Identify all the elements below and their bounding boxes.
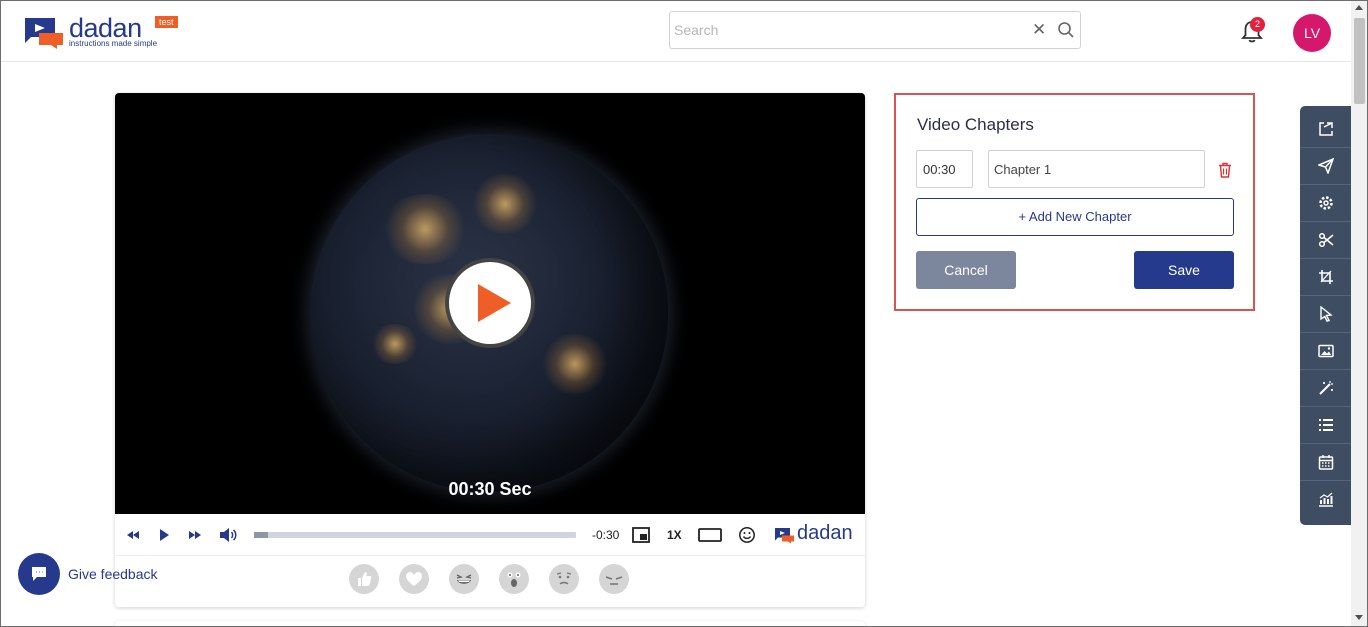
dadan-logo-icon: [25, 18, 63, 49]
time-remaining: -0:30: [592, 528, 620, 542]
image-icon[interactable]: [1300, 333, 1352, 370]
calendar-icon[interactable]: [1300, 444, 1352, 481]
search-box: ✕: [669, 11, 1081, 49]
video-chapters-panel: Video Chapters + Add New Chapter Cancel …: [894, 93, 1255, 311]
search-icon[interactable]: [1057, 21, 1075, 39]
heart-icon[interactable]: [399, 564, 429, 594]
chapter-name-input[interactable]: [988, 150, 1205, 188]
external-link-icon[interactable]: [1300, 111, 1352, 148]
laughing-icon[interactable]: [449, 564, 479, 594]
clear-search-icon[interactable]: ✕: [1032, 20, 1046, 40]
play-icon: [478, 284, 511, 322]
magic-wand-icon[interactable]: [1300, 370, 1352, 407]
cancel-button[interactable]: Cancel: [916, 251, 1016, 289]
dadan-logo[interactable]: dadan test instructions made simple: [21, 13, 191, 51]
sad-icon[interactable]: [549, 564, 579, 594]
player-brand-logo[interactable]: dadan: [773, 522, 859, 545]
scissors-icon[interactable]: [1300, 222, 1352, 259]
cursor-icon[interactable]: [1300, 296, 1352, 333]
progress-fill: [254, 532, 269, 538]
video-controls: -0:30 1X dadan: [115, 514, 865, 556]
thumbs-up-icon[interactable]: [349, 564, 379, 594]
editor-toolbar: [1300, 106, 1352, 525]
delete-chapter-icon[interactable]: [1218, 162, 1232, 178]
scrollbar-thumb[interactable]: [1354, 18, 1365, 104]
app-window: dadan test instructions made simple ✕ 2 …: [0, 0, 1368, 627]
volume-icon[interactable]: [218, 526, 238, 544]
give-feedback-link[interactable]: Give feedback: [68, 566, 158, 582]
send-icon[interactable]: [1300, 148, 1352, 185]
top-header: dadan test instructions made simple ✕ 2 …: [1, 1, 1351, 62]
video-time-overlay: 00:30 Sec: [448, 479, 532, 499]
user-avatar[interactable]: LV: [1293, 14, 1331, 52]
environment-badge: test: [155, 16, 178, 28]
chat-icon: [32, 567, 46, 581]
scroll-up-arrow-icon[interactable]: [1355, 5, 1363, 10]
search-input[interactable]: [674, 20, 1024, 40]
scroll-down-arrow-icon[interactable]: [1355, 615, 1363, 620]
dadan-logo-icon: [775, 528, 794, 544]
playback-speed[interactable]: 1X: [667, 528, 682, 542]
progress-bar[interactable]: [254, 532, 576, 538]
crop-icon[interactable]: [1300, 259, 1352, 296]
angry-icon[interactable]: [599, 564, 629, 594]
picture-in-picture-icon[interactable]: [631, 526, 651, 544]
settings-icon[interactable]: [1300, 185, 1352, 222]
fast-forward-icon[interactable]: [187, 526, 203, 544]
video-card: 00:30 Sec -0:30 1X dadan: [115, 93, 865, 607]
theater-mode-icon[interactable]: [697, 526, 723, 544]
video-player[interactable]: 00:30 Sec: [115, 93, 865, 514]
surprised-icon[interactable]: [499, 564, 529, 594]
rewind-icon[interactable]: [125, 526, 141, 544]
logo-tagline: instructions made simple: [69, 39, 158, 48]
big-play-button[interactable]: [449, 262, 531, 344]
save-button[interactable]: Save: [1134, 251, 1234, 289]
chapter-time-input[interactable]: [916, 150, 973, 188]
feedback-button[interactable]: [18, 553, 60, 595]
play-control-icon[interactable]: [157, 526, 171, 544]
secondary-card: [115, 621, 865, 626]
add-new-chapter-button[interactable]: + Add New Chapter: [916, 198, 1234, 236]
emoji-icon[interactable]: [738, 526, 756, 544]
list-icon[interactable]: [1300, 407, 1352, 444]
page-scrollbar[interactable]: [1351, 1, 1367, 626]
notification-count-badge: 2: [1250, 17, 1265, 32]
panel-title: Video Chapters: [917, 115, 1034, 134]
player-brand-text: dadan: [797, 522, 853, 544]
analytics-icon[interactable]: [1300, 481, 1352, 518]
